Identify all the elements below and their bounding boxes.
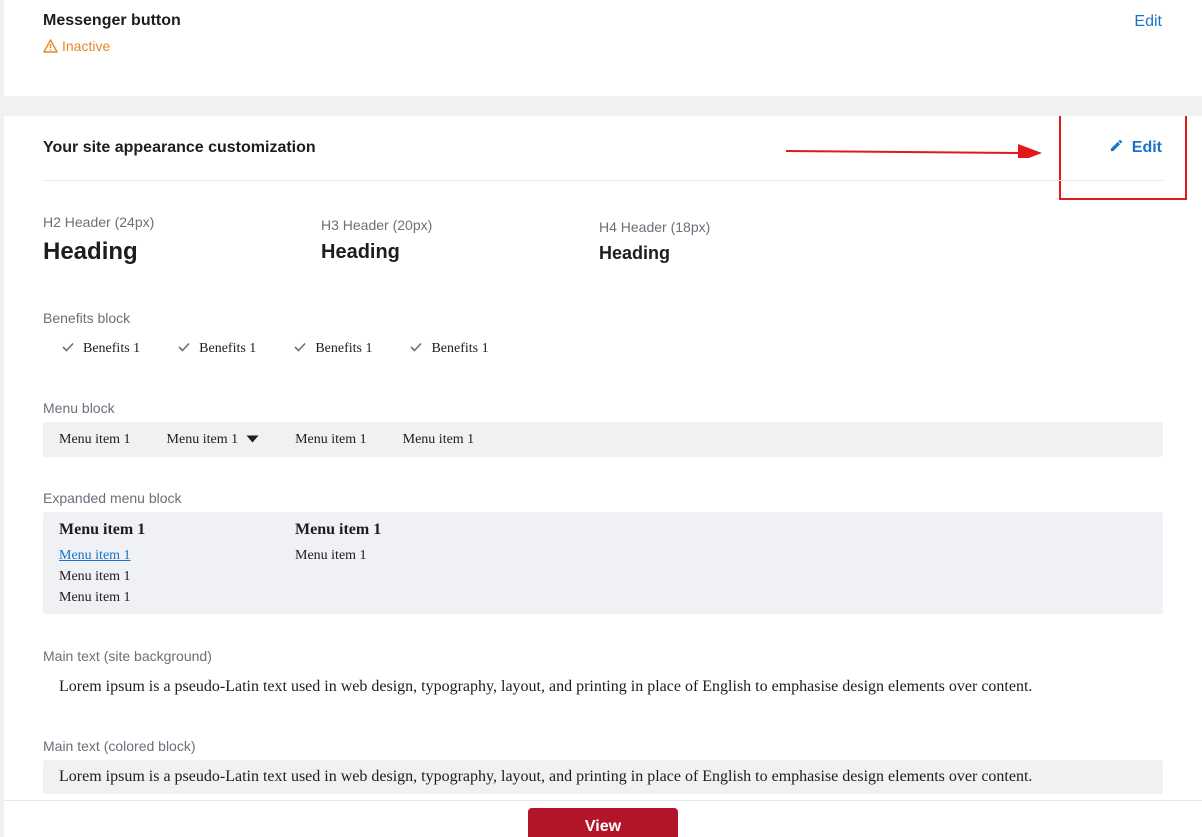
messenger-card: Messenger button Inactive Edit: [4, 0, 1202, 96]
h4-preview: H4 Header (18px) Heading: [599, 219, 710, 264]
check-icon: [178, 341, 190, 357]
warning-icon: [43, 39, 58, 53]
benefit-item: Benefits 1: [410, 341, 489, 357]
check-icon: [294, 341, 306, 357]
messenger-status: Inactive: [43, 38, 110, 54]
divider: [43, 180, 1163, 181]
menu-item[interactable]: Menu item 1: [295, 432, 367, 448]
expanded-menu-item[interactable]: Menu item 1: [59, 566, 145, 587]
menu-item-label: Menu item 1: [166, 431, 239, 447]
expanded-menu-heading: Menu item 1: [295, 521, 382, 538]
section-title: Your site appearance customization: [43, 139, 316, 156]
h2-heading: Heading: [43, 238, 138, 265]
main-text-colored-label: Main text (colored block): [43, 738, 196, 754]
h3-label: H3 Header (20px): [321, 217, 433, 233]
benefit-label: Benefits 1: [199, 341, 257, 356]
h2-preview: H2 Header (24px) Heading: [43, 214, 154, 266]
main-text-colored-content: Lorem ipsum is a pseudo-Latin text used …: [59, 768, 1033, 785]
caret-down-icon: [246, 432, 259, 448]
check-icon: [410, 341, 423, 357]
status-text: Inactive: [62, 38, 111, 54]
benefits-label: Benefits block: [43, 310, 131, 326]
footer-divider: [4, 800, 1202, 801]
expanded-menu-link[interactable]: Menu item 1: [59, 545, 145, 566]
check-icon: [62, 341, 74, 357]
h4-heading: Heading: [599, 243, 671, 263]
expanded-menu-column: Menu item 1 Menu item 1: [295, 521, 381, 566]
view-button[interactable]: View: [528, 808, 678, 837]
menu-item[interactable]: Menu item 1: [403, 432, 475, 448]
menu-item-label: Menu item 1: [295, 431, 367, 447]
menu-item-dropdown[interactable]: Menu item 1: [167, 432, 260, 448]
expanded-menu-heading: Menu item 1: [59, 521, 146, 538]
expanded-menu-item[interactable]: Menu item 1: [295, 545, 381, 566]
messenger-title: Messenger button: [43, 12, 181, 29]
h3-heading: Heading: [321, 241, 400, 263]
expanded-menu-column: Menu item 1 Menu item 1 Menu item 1 Menu…: [59, 521, 145, 608]
benefits-block: Benefits 1 Benefits 1 Benefits 1 Benefit…: [62, 341, 489, 357]
h4-label: H4 Header (18px): [599, 219, 711, 235]
menu-block-label: Menu block: [43, 400, 115, 416]
expanded-menu: Menu item 1 Menu item 1 Menu item 1 Menu…: [43, 512, 1163, 614]
main-text-site: Lorem ipsum is a pseudo-Latin text used …: [59, 678, 1033, 695]
expanded-menu-item[interactable]: Menu item 1: [59, 587, 145, 608]
menu-bar: Menu item 1 Menu item 1 Menu item 1 Menu…: [43, 422, 1163, 457]
menu-item-label: Menu item 1: [402, 431, 475, 447]
benefit-label: Benefits 1: [83, 341, 141, 356]
benefit-label: Benefits 1: [315, 341, 373, 356]
h2-label: H2 Header (24px): [43, 214, 155, 230]
main-text-colored: Lorem ipsum is a pseudo-Latin text used …: [43, 760, 1163, 794]
annotation-arrow: [785, 144, 1042, 158]
benefit-item: Benefits 1: [294, 341, 372, 357]
h3-preview: H3 Header (20px) Heading: [321, 217, 432, 264]
menu-item-label: Menu item 1: [59, 431, 131, 447]
benefit-label: Benefits 1: [431, 341, 489, 356]
messenger-edit-link[interactable]: Edit: [1134, 13, 1162, 31]
expanded-menu-label: Expanded menu block: [43, 490, 182, 506]
annotation-highlight-box: [1059, 116, 1187, 200]
main-text-site-label: Main text (site background): [43, 648, 212, 664]
benefit-item: Benefits 1: [178, 341, 256, 357]
menu-item[interactable]: Menu item 1: [59, 432, 131, 448]
appearance-card: Your site appearance customization Edit …: [4, 116, 1202, 837]
benefit-item: Benefits 1: [62, 341, 140, 357]
